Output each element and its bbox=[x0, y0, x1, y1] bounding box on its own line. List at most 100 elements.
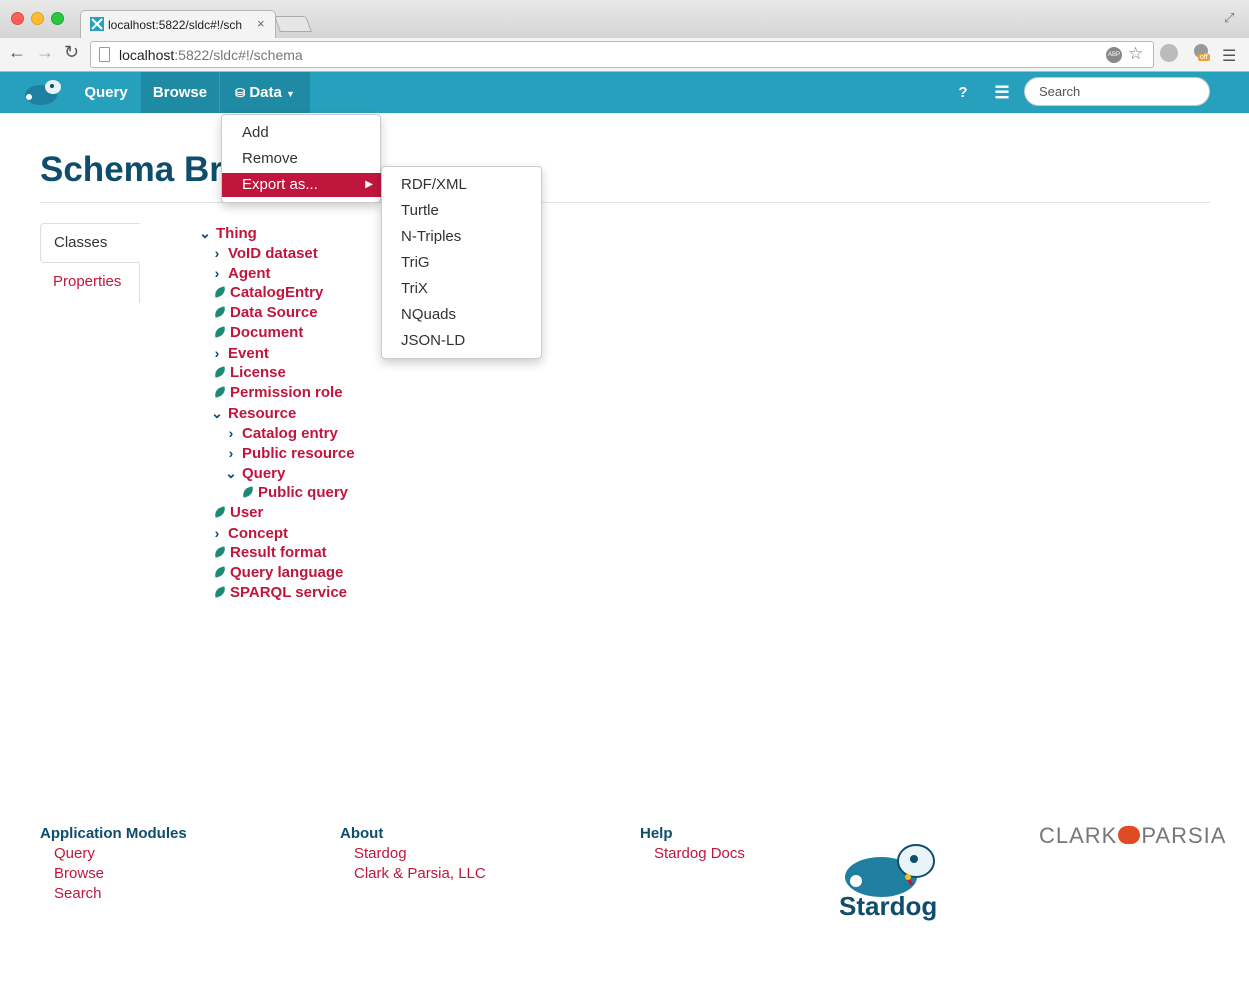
caret-right-icon: ▶ bbox=[365, 179, 373, 190]
url-text[interactable]: localhost:5822/sldc#!/schema bbox=[119, 47, 303, 63]
extension-off-icon[interactable]: off bbox=[1192, 43, 1212, 63]
footer-help: Help Stardog Docs bbox=[640, 824, 745, 864]
export-submenu: RDF/XML Turtle N-Triples TriG TriX NQuad… bbox=[381, 166, 542, 359]
leaf-icon bbox=[212, 586, 228, 598]
side-tabs: Classes Properties bbox=[40, 223, 140, 303]
tree-node[interactable]: Document bbox=[212, 323, 303, 343]
tree-node[interactable]: Query language bbox=[212, 563, 343, 583]
export-option[interactable]: TriX bbox=[382, 277, 542, 301]
footer-link-browse[interactable]: Browse bbox=[40, 864, 187, 884]
nav-browse[interactable]: Browse bbox=[141, 72, 219, 113]
close-tab-icon[interactable]: × bbox=[257, 16, 265, 31]
nav-query[interactable]: Query bbox=[71, 72, 141, 113]
footer-link-stardog[interactable]: Stardog bbox=[340, 844, 486, 864]
tree-node[interactable]: › VoID dataset bbox=[210, 243, 318, 263]
adblock-icon[interactable]: ABP bbox=[1106, 47, 1122, 63]
footer-link-query[interactable]: Query bbox=[40, 844, 187, 864]
chevron-right-icon[interactable]: › bbox=[210, 523, 224, 543]
tree-node[interactable]: › Agent bbox=[210, 263, 271, 283]
tree-node[interactable]: ⌄ Resource bbox=[210, 403, 296, 423]
menu-item-remove[interactable]: Remove bbox=[222, 147, 382, 171]
chevron-right-icon[interactable]: › bbox=[210, 343, 224, 363]
reload-icon[interactable]: ↻ bbox=[64, 42, 79, 63]
browser-menu-icon[interactable]: ☰ bbox=[1222, 46, 1236, 66]
fullscreen-icon[interactable]: ⤢ bbox=[1224, 10, 1234, 26]
footer-heading: Application Modules bbox=[40, 825, 187, 842]
browser-toolbar: ← → ↻ localhost:5822/sldc#!/schema ABP ☆… bbox=[0, 38, 1249, 72]
export-option[interactable]: TriG bbox=[382, 251, 542, 275]
footer-link-search[interactable]: Search bbox=[40, 884, 187, 904]
data-dropdown-menu: Add Remove Export as... ▶ bbox=[221, 114, 382, 203]
stardog-logo-icon[interactable] bbox=[19, 77, 67, 107]
database-icon: ⛁ bbox=[235, 86, 246, 100]
tree-node[interactable]: › Concept bbox=[210, 523, 288, 543]
chevron-down-icon[interactable]: ⌄ bbox=[198, 223, 212, 243]
tree-node[interactable]: › Public resource bbox=[224, 443, 355, 463]
hamburger-menu-icon[interactable]: ☰ bbox=[990, 72, 1014, 113]
close-window-button[interactable] bbox=[11, 12, 24, 25]
export-option[interactable]: NQuads bbox=[382, 303, 542, 327]
nav-data-dropdown[interactable]: ⛁ Data ▼ bbox=[220, 72, 310, 113]
chevron-down-icon[interactable]: ⌄ bbox=[210, 403, 224, 423]
browser-tab[interactable]: localhost:5822/sldc#!/sch × bbox=[80, 10, 276, 38]
menu-item-add[interactable]: Add bbox=[222, 121, 382, 145]
chevron-down-icon[interactable]: ⌄ bbox=[224, 463, 238, 483]
tree-node[interactable]: Public query bbox=[240, 483, 348, 503]
footer-heading: Help bbox=[640, 825, 673, 842]
tree-node[interactable]: License bbox=[212, 363, 286, 383]
tab-title: localhost:5822/sldc#!/sch bbox=[108, 18, 243, 32]
tab-properties[interactable]: Properties bbox=[40, 263, 140, 303]
export-option[interactable]: JSON-LD bbox=[382, 329, 542, 353]
help-button[interactable]: ? bbox=[951, 72, 975, 113]
export-option[interactable]: RDF/XML bbox=[382, 173, 542, 197]
minimize-window-button[interactable] bbox=[31, 12, 44, 25]
footer-link-clark-parsia[interactable]: Clark & Parsia, LLC bbox=[340, 864, 486, 884]
tree-node[interactable]: SPARQL service bbox=[212, 583, 347, 603]
leaf-icon bbox=[212, 366, 228, 378]
menu-item-export[interactable]: Export as... ▶ bbox=[222, 173, 382, 197]
new-tab-button[interactable] bbox=[274, 16, 312, 32]
search-input[interactable] bbox=[1024, 77, 1210, 106]
footer-heading: About bbox=[340, 825, 384, 842]
leaf-icon bbox=[212, 506, 228, 518]
tree-node[interactable]: Data Source bbox=[212, 303, 318, 323]
footer-app-modules: Application Modules Query Browse Search bbox=[40, 824, 187, 904]
leaf-icon bbox=[240, 486, 256, 498]
stardog-wordmark: Stardog bbox=[839, 891, 938, 921]
leaf-icon bbox=[212, 306, 228, 318]
tree-node[interactable]: ⌄ Query bbox=[224, 463, 285, 483]
stardog-favicon-icon bbox=[90, 17, 104, 31]
divider bbox=[40, 202, 1210, 203]
tree-node[interactable]: ⌄ Thing bbox=[198, 223, 257, 243]
tree-node[interactable]: Permission role bbox=[212, 383, 343, 403]
browser-titlebar: localhost:5822/sldc#!/sch × ⤢ bbox=[0, 0, 1249, 38]
bookmark-star-icon[interactable]: ☆ bbox=[1128, 44, 1143, 64]
address-bar[interactable]: localhost:5822/sldc#!/schema ABP ☆ bbox=[90, 41, 1154, 68]
chevron-right-icon[interactable]: › bbox=[210, 243, 224, 263]
tab-classes[interactable]: Classes bbox=[40, 223, 140, 263]
forward-icon[interactable]: → bbox=[36, 42, 54, 63]
extension-icon[interactable] bbox=[1160, 44, 1178, 62]
export-option[interactable]: N-Triples bbox=[382, 225, 542, 249]
tree-node[interactable]: Result format bbox=[212, 543, 327, 563]
caret-down-icon: ▼ bbox=[286, 89, 295, 99]
leaf-icon bbox=[212, 286, 228, 298]
leaf-icon bbox=[212, 546, 228, 558]
leaf-icon bbox=[212, 386, 228, 398]
chevron-right-icon[interactable]: › bbox=[210, 263, 224, 283]
tree-node[interactable]: › Event bbox=[210, 343, 269, 363]
clark-parsia-logo: CLARK PARSIA bbox=[1039, 823, 1227, 848]
tree-node[interactable]: CatalogEntry bbox=[212, 283, 323, 303]
footer-about: About Stardog Clark & Parsia, LLC bbox=[340, 824, 486, 884]
back-icon[interactable]: ← bbox=[8, 42, 26, 63]
export-option[interactable]: Turtle bbox=[382, 199, 542, 223]
zoom-window-button[interactable] bbox=[51, 12, 64, 25]
clark-parsia-mark-icon bbox=[1118, 826, 1141, 845]
tree-node[interactable]: User bbox=[212, 503, 263, 523]
tree-node[interactable]: › Catalog entry bbox=[224, 423, 338, 443]
footer-link-docs[interactable]: Stardog Docs bbox=[640, 844, 745, 864]
leaf-icon bbox=[212, 566, 228, 578]
chevron-right-icon[interactable]: › bbox=[224, 423, 238, 443]
chevron-right-icon[interactable]: › bbox=[224, 443, 238, 463]
page-icon bbox=[99, 47, 110, 62]
